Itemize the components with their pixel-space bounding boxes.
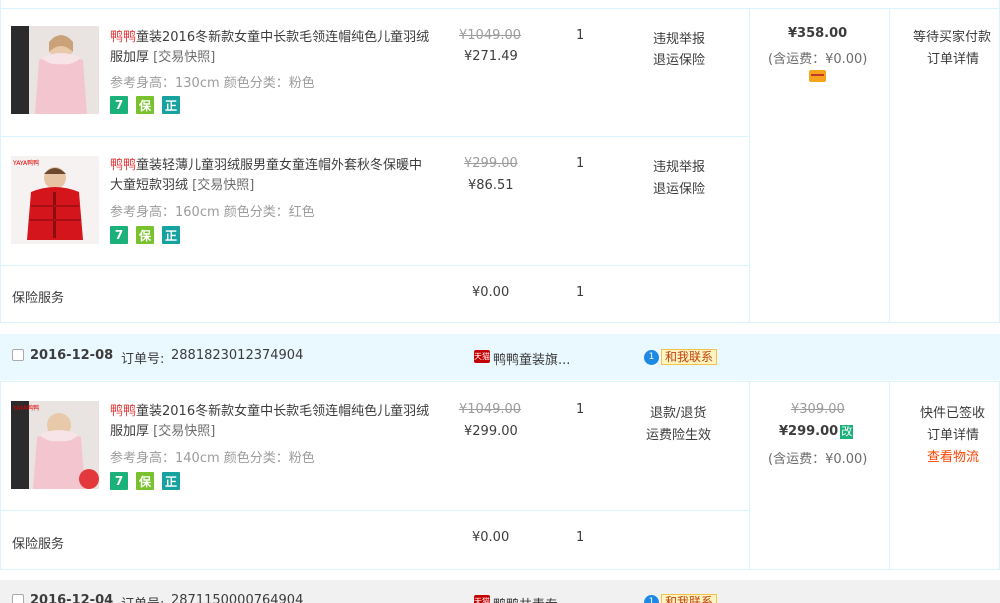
shipping-note: (含运费：¥0.00) [768,52,868,67]
report-violation-link[interactable]: 违规举报 [653,28,705,47]
product-thumbnail[interactable]: YAYA鸭鸭 [11,401,99,489]
guarantee-icon[interactable]: 保 [136,472,154,490]
genuine-icon[interactable]: 正 [162,472,180,490]
price-modified-badge: 改 [840,425,854,439]
divider [749,8,750,323]
quantity: 1 [576,402,585,417]
payment-card-icon[interactable] [809,70,826,82]
product-title-link[interactable]: 鸭鸭童装轻薄儿童羽绒服男童女童连帽外套秋冬保暖中大童短款羽绒 [交易快照] [110,156,435,196]
insurance-label: 保险服务 [12,537,65,552]
guarantee-icon[interactable]: 保 [136,96,154,114]
product-title-link[interactable]: 鸭鸭童装2016冬新款女童中长款毛领连帽纯色儿童羽绒服加厚 [交易快照] [110,402,435,442]
divider [0,510,749,511]
snapshot-link[interactable]: [交易快照] [153,50,215,65]
genuine-icon[interactable]: 正 [162,226,180,244]
original-price: ¥1049.00 [459,28,522,43]
order-date: 2016-12-04 [30,593,114,603]
contact-button[interactable]: 和我联系 [661,594,718,603]
service-badges: 7 保 正 [110,96,180,114]
divider [0,136,749,137]
insurance-qty: 1 [576,530,585,545]
divider [889,8,890,323]
unit-price: ¥299.00 [464,424,518,439]
snapshot-link[interactable]: [交易快照] [192,178,254,193]
order-number: 2881823012374904 [171,348,304,363]
order-total: ¥299.00 [779,424,839,439]
seven-day-return-icon[interactable]: 7 [110,472,128,490]
insurance-price: ¥0.00 [472,530,510,545]
original-price: ¥299.00 [464,156,518,171]
snapshot-link[interactable]: [交易快照] [153,424,215,439]
tmall-icon: 天猫 [474,595,490,603]
order-status: 快件已签收 [920,406,986,421]
order-select-checkbox[interactable] [12,349,24,361]
product-title: 童装轻薄儿童羽绒服男童女童连帽外套秋冬保暖中大童短款羽绒 [110,158,423,193]
shipping-note: (含运费：¥0.00) [768,452,868,467]
view-logistics-link[interactable]: 查看物流 [927,446,979,465]
order-number-label: 订单号: [121,593,164,603]
order-total: ¥358.00 [788,26,848,41]
service-badges: 7 保 正 [110,472,180,490]
divider [749,381,750,570]
order-header: 2016-12-04 订单号: 2871150000764904 天猫 鸭鸭共青… [0,580,1000,603]
chat-bubble-icon: 1 [644,349,659,365]
original-price: ¥1049.00 [459,402,522,417]
brand-name: 鸭鸭 [110,30,137,45]
sku-info: 参考身高：160cm 颜色分类：红色 [110,205,315,220]
seven-day-return-icon[interactable]: 7 [110,226,128,244]
shop-name-link[interactable]: 鸭鸭童装旗... [493,349,570,368]
order-number: 2871150000764904 [171,593,304,603]
insurance-price: ¥0.00 [472,285,510,300]
unit-price: ¥86.51 [468,178,514,193]
service-badges: 7 保 正 [110,226,180,244]
contact-seller[interactable]: 1 和我联系 [644,349,718,365]
insurance-label: 保险服务 [12,291,65,306]
sku-info: 参考身高：140cm 颜色分类：粉色 [110,451,315,466]
return-insurance-link[interactable]: 退运保险 [653,49,705,68]
brand-name: 鸭鸭 [110,158,137,173]
order-date: 2016-12-08 [30,348,114,363]
product-thumbnail[interactable] [11,26,99,114]
contact-button[interactable]: 和我联系 [661,349,718,365]
brand-name: 鸭鸭 [110,404,137,419]
unit-price: ¥271.49 [464,49,518,64]
divider [889,381,890,570]
quantity: 1 [576,28,585,43]
chat-bubble-icon: 1 [644,594,659,603]
guarantee-icon[interactable]: 保 [136,226,154,244]
quantity: 1 [576,156,585,171]
order-header: 2016-12-08 订单号: 2881823012374904 天猫 鸭鸭童装… [0,334,1000,380]
order-detail-link[interactable]: 订单详情 [927,48,979,67]
order-number-label: 订单号: [121,352,165,367]
genuine-icon[interactable]: 正 [162,96,180,114]
report-violation-link[interactable]: 违规举报 [653,156,705,175]
order-total-row: ¥299.00 改 [779,424,854,439]
order-select-checkbox[interactable] [12,594,24,603]
product-title-link[interactable]: 鸭鸭童装2016冬新款女童中长款毛领连帽纯色儿童羽绒服加厚 [交易快照] [110,28,435,68]
return-insurance-link[interactable]: 退运保险 [653,178,705,197]
shipping-insurance-link[interactable]: 运费险生效 [646,424,711,443]
svg-text:YAYA鸭鸭: YAYA鸭鸭 [12,159,39,167]
tmall-icon: 天猫 [474,350,490,363]
seven-day-return-icon[interactable]: 7 [110,96,128,114]
product-thumbnail[interactable]: YAYA鸭鸭 [11,156,99,244]
divider [0,265,749,266]
svg-text:YAYA鸭鸭: YAYA鸭鸭 [12,404,39,412]
divider [0,8,1000,9]
order-detail-link[interactable]: 订单详情 [927,424,979,443]
order-status: 等待买家付款 [913,30,992,45]
original-total: ¥309.00 [791,402,845,417]
sku-info: 参考身高：130cm 颜色分类：粉色 [110,76,315,91]
insurance-qty: 1 [576,285,585,300]
refund-return-link[interactable]: 退款/退货 [650,402,706,421]
shop-name-link[interactable]: 鸭鸭共青专... [493,594,570,603]
contact-seller[interactable]: 1 和我联系 [644,594,718,603]
